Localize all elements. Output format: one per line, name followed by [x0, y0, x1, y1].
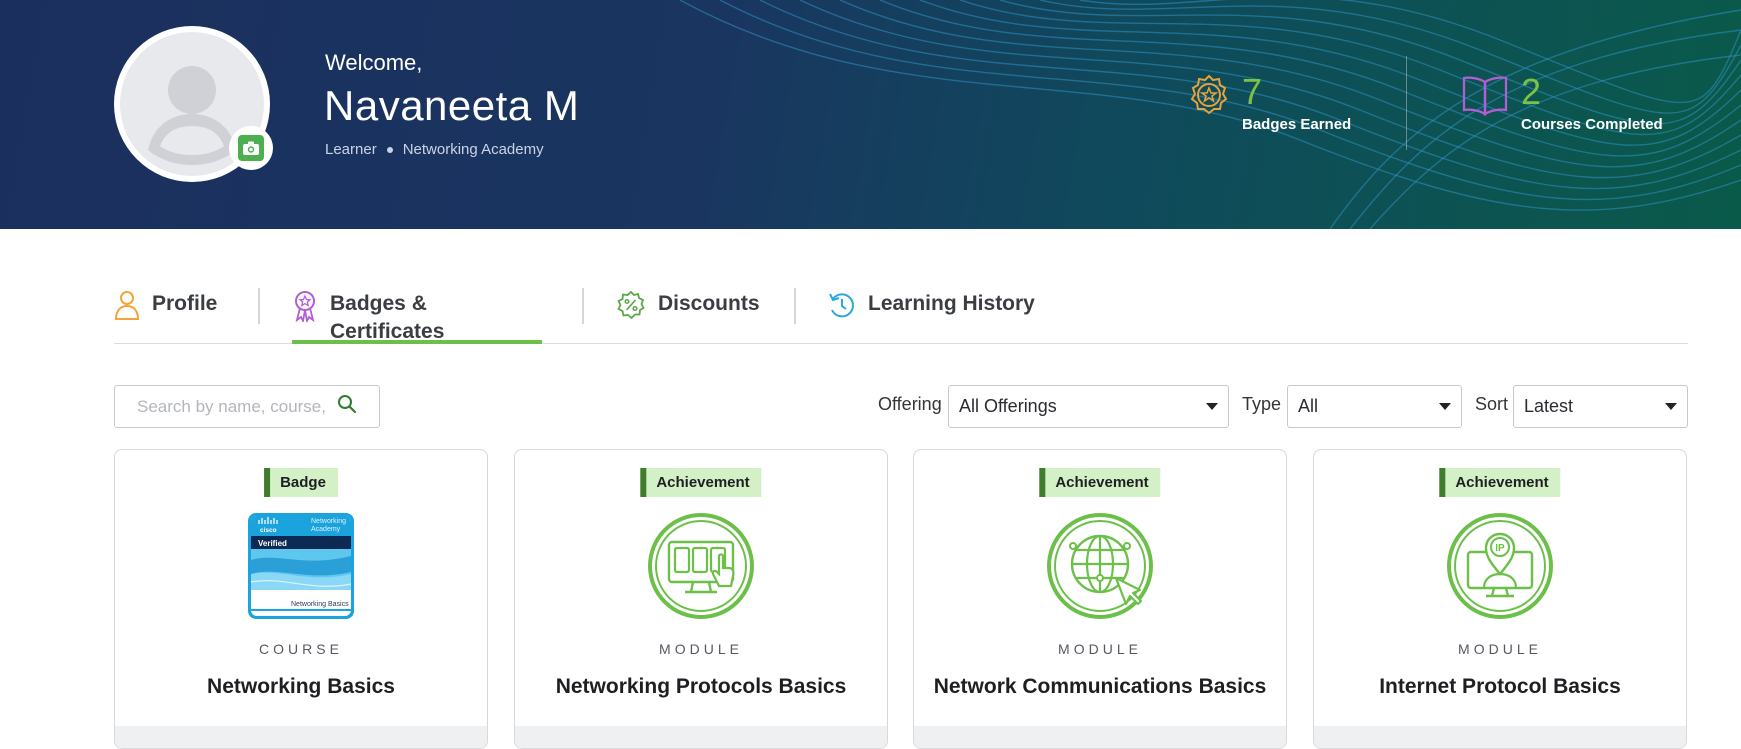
monitor-touch-icon: [647, 512, 755, 620]
change-photo-button[interactable]: [229, 126, 273, 170]
stat-badges-earned: 7 Badges Earned: [1188, 74, 1351, 133]
type-label: Type: [1242, 394, 1282, 414]
badges-earned-label: Badges Earned: [1242, 116, 1352, 133]
user-role: Learner: [325, 141, 377, 158]
card-footer: [115, 726, 487, 748]
sort-label: Sort: [1475, 394, 1509, 414]
credential-tag: Badge: [264, 468, 338, 497]
card-footer: [914, 726, 1286, 748]
tab-label: Profile: [152, 292, 218, 315]
badges-earned-count: 7: [1242, 71, 1263, 112]
credential-card[interactable]: Achievement MODULE Networking Protocols …: [514, 449, 888, 749]
badge-program-line-2: Academy: [311, 526, 341, 533]
user-name: Navaneeta M: [324, 82, 580, 129]
search-icon[interactable]: [337, 394, 357, 419]
ip-icon-text: IP: [1495, 543, 1505, 554]
tab-learning-history[interactable]: Learning History: [828, 282, 1035, 344]
offering-label: Offering: [878, 394, 942, 414]
credential-tag: Achievement: [640, 468, 762, 497]
stat-divider: [1406, 56, 1407, 150]
credential-card[interactable]: Achievement MODULE Network Communication…: [913, 449, 1287, 749]
profile-header: Welcome, Navaneeta M Learner Networking …: [0, 0, 1741, 229]
courses-completed-label: Courses Completed: [1521, 116, 1663, 133]
history-clock-icon: [828, 290, 856, 325]
badge-course-text: Networking Basics: [291, 601, 349, 608]
tab-label: Discounts: [658, 292, 760, 315]
globe-network-icon: [1046, 512, 1154, 620]
chevron-down-icon: [1665, 403, 1677, 410]
stat-courses-completed: 2 Courses Completed: [1461, 74, 1663, 133]
credential-type: COURSE: [259, 641, 343, 657]
credential-type: MODULE: [1458, 641, 1542, 657]
badge-verified-text: Verified: [258, 539, 287, 548]
tab-label: Learning History: [868, 292, 1035, 315]
type-selected-value: All: [1298, 396, 1319, 416]
card-footer: [1314, 726, 1686, 748]
credential-type: MODULE: [1058, 641, 1142, 657]
person-icon: [114, 290, 140, 325]
badge-medal-icon: [1188, 74, 1230, 121]
chevron-down-icon: [1439, 403, 1451, 410]
tab-label: Badges & Certificates: [330, 292, 445, 343]
card-footer: [515, 726, 887, 748]
sort-selected-value: Latest: [1524, 396, 1574, 416]
credential-card[interactable]: Badge cisco Networking Academy Verified …: [114, 449, 488, 749]
camera-icon: [238, 135, 264, 161]
user-meta: Learner Networking Academy: [325, 141, 544, 158]
profile-tabs: Profile Badges & Certificates Discounts: [114, 282, 1688, 344]
credential-tag: Achievement: [1039, 468, 1161, 497]
tab-divider: [794, 288, 796, 324]
chevron-down-icon: [1206, 403, 1218, 410]
offering-select[interactable]: All Offerings: [948, 385, 1229, 428]
ribbon-badge-icon: [292, 290, 318, 327]
badge-brand: cisco: [260, 527, 277, 534]
tab-badges-certificates[interactable]: Badges & Certificates: [292, 282, 542, 344]
tab-divider: [582, 288, 584, 324]
tab-divider: [258, 288, 260, 324]
credential-title: Networking Protocols Basics: [555, 675, 847, 698]
open-book-icon: [1461, 74, 1509, 123]
user-organization: Networking Academy: [402, 141, 544, 158]
discount-percent-icon: [616, 290, 646, 325]
credential-tag: Achievement: [1439, 468, 1561, 497]
tab-discounts[interactable]: Discounts: [616, 282, 760, 344]
badge-program-line-1: Networking: [311, 518, 346, 525]
type-select[interactable]: All: [1287, 385, 1462, 428]
credential-title: Network Communications Basics: [933, 675, 1267, 698]
credential-type: MODULE: [659, 641, 743, 657]
credential-title: Networking Basics: [207, 675, 395, 698]
sort-select[interactable]: Latest: [1513, 385, 1688, 428]
tab-profile[interactable]: Profile: [114, 282, 217, 344]
offering-selected-value: All Offerings: [959, 396, 1057, 416]
cisco-verified-badge-icon: cisco Networking Academy Verified Networ…: [247, 512, 355, 620]
separator-dot: [386, 146, 393, 153]
courses-completed-count: 2: [1521, 71, 1542, 112]
ip-location-monitor-icon: IP: [1446, 512, 1554, 620]
credential-card[interactable]: Achievement IP MODULE Internet Protocol …: [1313, 449, 1687, 749]
credential-title: Internet Protocol Basics: [1379, 675, 1621, 698]
search-box: [114, 385, 380, 428]
welcome-text: Welcome,: [325, 50, 423, 75]
search-input[interactable]: [137, 396, 337, 417]
